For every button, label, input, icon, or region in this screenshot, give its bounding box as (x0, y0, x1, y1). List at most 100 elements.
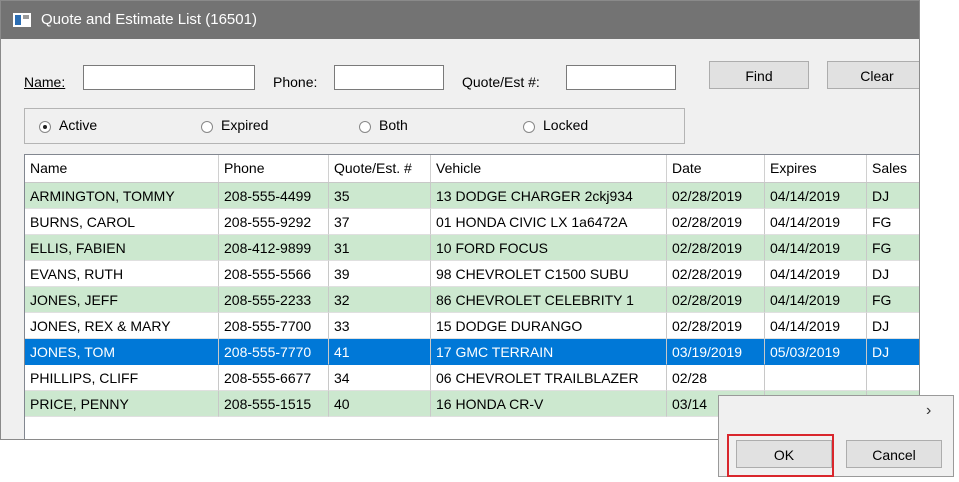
cell-name: ELLIS, FABIEN (25, 235, 219, 261)
cell-vehicle: 13 DODGE CHARGER 2ckj934 (431, 183, 667, 209)
phone-label: Phone: (273, 74, 318, 90)
cell-sales: DJ (867, 183, 919, 209)
cell-vehicle: 01 HONDA CIVIC LX 1a6472A (431, 209, 667, 235)
table-row[interactable]: PHILLIPS, CLIFF 208-555-6677 34 06 CHEVR… (25, 365, 919, 391)
clear-button[interactable]: Clear (827, 61, 919, 89)
cell-name: JONES, REX & MARY (25, 313, 219, 339)
status-filter-group: Active Expired Both Locked (24, 108, 685, 144)
table-row[interactable]: JONES, REX & MARY 208-555-7700 33 15 DOD… (25, 313, 919, 339)
cell-vehicle: 98 CHEVROLET C1500 SUBU (431, 261, 667, 287)
cell-phone: 208-555-6677 (219, 365, 329, 391)
cell-vehicle: 10 FORD FOCUS (431, 235, 667, 261)
cell-vehicle: 86 CHEVROLET CELEBRITY 1 (431, 287, 667, 313)
table-header: Name Phone Quote/Est. # Vehicle Date Exp… (25, 155, 919, 183)
radio-expired-label[interactable]: Expired (221, 117, 268, 133)
cell-date: 02/28/2019 (667, 313, 765, 339)
cell-date: 02/28/2019 (667, 235, 765, 261)
name-label-text: Name: (24, 74, 66, 90)
cell-date: 02/28/2019 (667, 209, 765, 235)
cell-phone: 208-555-5566 (219, 261, 329, 287)
cell-quote-number: 31 (329, 235, 431, 261)
cell-quote-number: 37 (329, 209, 431, 235)
cell-expires: 04/14/2019 (765, 209, 867, 235)
cell-sales (867, 365, 919, 391)
cell-vehicle: 06 CHEVROLET TRAILBLAZER (431, 365, 667, 391)
table-row[interactable]: ELLIS, FABIEN 208-412-9899 31 10 FORD FO… (25, 235, 919, 261)
cell-phone: 208-555-7770 (219, 339, 329, 365)
cell-name: PRICE, PENNY (25, 391, 219, 417)
table-row[interactable]: BURNS, CAROL 208-555-9292 37 01 HONDA CI… (25, 209, 919, 235)
window-title: Quote and Estimate List (16501) (41, 11, 257, 28)
cell-date: 03/19/2019 (667, 339, 765, 365)
radio-both[interactable] (359, 121, 371, 133)
cell-quote-number: 32 (329, 287, 431, 313)
name-label: Name: (24, 74, 65, 90)
cell-sales: FG (867, 209, 919, 235)
radio-locked-label[interactable]: Locked (543, 117, 588, 133)
window-app-icon (13, 13, 31, 27)
column-header-phone[interactable]: Phone (219, 155, 329, 182)
cell-phone: 208-412-9899 (219, 235, 329, 261)
ok-button-highlight (727, 434, 834, 477)
cell-name: JONES, JEFF (25, 287, 219, 313)
find-button[interactable]: Find (709, 61, 809, 89)
cell-quote-number: 40 (329, 391, 431, 417)
cell-expires: 04/14/2019 (765, 287, 867, 313)
quote-number-field[interactable] (566, 65, 676, 90)
cell-sales: FG (867, 287, 919, 313)
radio-active-label[interactable]: Active (59, 117, 97, 133)
radio-locked[interactable] (523, 121, 535, 133)
cell-quote-number: 33 (329, 313, 431, 339)
cell-name: PHILLIPS, CLIFF (25, 365, 219, 391)
cell-quote-number: 35 (329, 183, 431, 209)
table-row[interactable]: EVANS, RUTH 208-555-5566 39 98 CHEVROLET… (25, 261, 919, 287)
cell-sales: DJ (867, 261, 919, 287)
cell-quote-number: 39 (329, 261, 431, 287)
table-row[interactable]: JONES, JEFF 208-555-2233 32 86 CHEVROLET… (25, 287, 919, 313)
cell-expires: 04/14/2019 (765, 261, 867, 287)
cell-date: 02/28/2019 (667, 261, 765, 287)
cell-date: 02/28/2019 (667, 287, 765, 313)
cell-expires (765, 365, 867, 391)
cell-name: BURNS, CAROL (25, 209, 219, 235)
scroll-right-icon[interactable]: › (926, 402, 931, 420)
quote-estimate-window: Quote and Estimate List (16501) Name: Ph… (0, 0, 920, 440)
column-header-name[interactable]: Name (25, 155, 219, 182)
column-header-vehicle[interactable]: Vehicle (431, 155, 667, 182)
title-bar: Quote and Estimate List (16501) (1, 1, 919, 39)
cell-quote-number: 34 (329, 365, 431, 391)
table-row-selected[interactable]: JONES, TOM 208-555-7770 41 17 GMC TERRAI… (25, 339, 919, 365)
cell-phone: 208-555-9292 (219, 209, 329, 235)
cell-vehicle: 16 HONDA CR-V (431, 391, 667, 417)
cell-sales: DJ (867, 313, 919, 339)
cell-expires: 04/14/2019 (765, 313, 867, 339)
cell-date: 02/28 (667, 365, 765, 391)
cell-vehicle: 17 GMC TERRAIN (431, 339, 667, 365)
cell-quote-number: 41 (329, 339, 431, 365)
cancel-button[interactable]: Cancel (846, 440, 942, 468)
cell-phone: 208-555-4499 (219, 183, 329, 209)
radio-both-label[interactable]: Both (379, 117, 408, 133)
radio-active[interactable] (39, 121, 51, 133)
cell-phone: 208-555-7700 (219, 313, 329, 339)
column-header-date[interactable]: Date (667, 155, 765, 182)
phone-field[interactable] (334, 65, 444, 90)
cell-expires: 04/14/2019 (765, 183, 867, 209)
cell-name: JONES, TOM (25, 339, 219, 365)
radio-expired[interactable] (201, 121, 213, 133)
column-header-sales[interactable]: Sales (867, 155, 919, 182)
column-header-expires[interactable]: Expires (765, 155, 867, 182)
cell-vehicle: 15 DODGE DURANGO (431, 313, 667, 339)
cell-phone: 208-555-2233 (219, 287, 329, 313)
cell-sales: DJ (867, 339, 919, 365)
name-field[interactable] (83, 65, 255, 90)
cell-expires: 05/03/2019 (765, 339, 867, 365)
cell-name: ARMINGTON, TOMMY (25, 183, 219, 209)
quote-number-label: Quote/Est #: (462, 74, 540, 90)
table-row[interactable]: ARMINGTON, TOMMY 208-555-4499 35 13 DODG… (25, 183, 919, 209)
cell-name: EVANS, RUTH (25, 261, 219, 287)
cell-expires: 04/14/2019 (765, 235, 867, 261)
cell-sales: FG (867, 235, 919, 261)
cell-date: 02/28/2019 (667, 183, 765, 209)
column-header-quote-number[interactable]: Quote/Est. # (329, 155, 431, 182)
